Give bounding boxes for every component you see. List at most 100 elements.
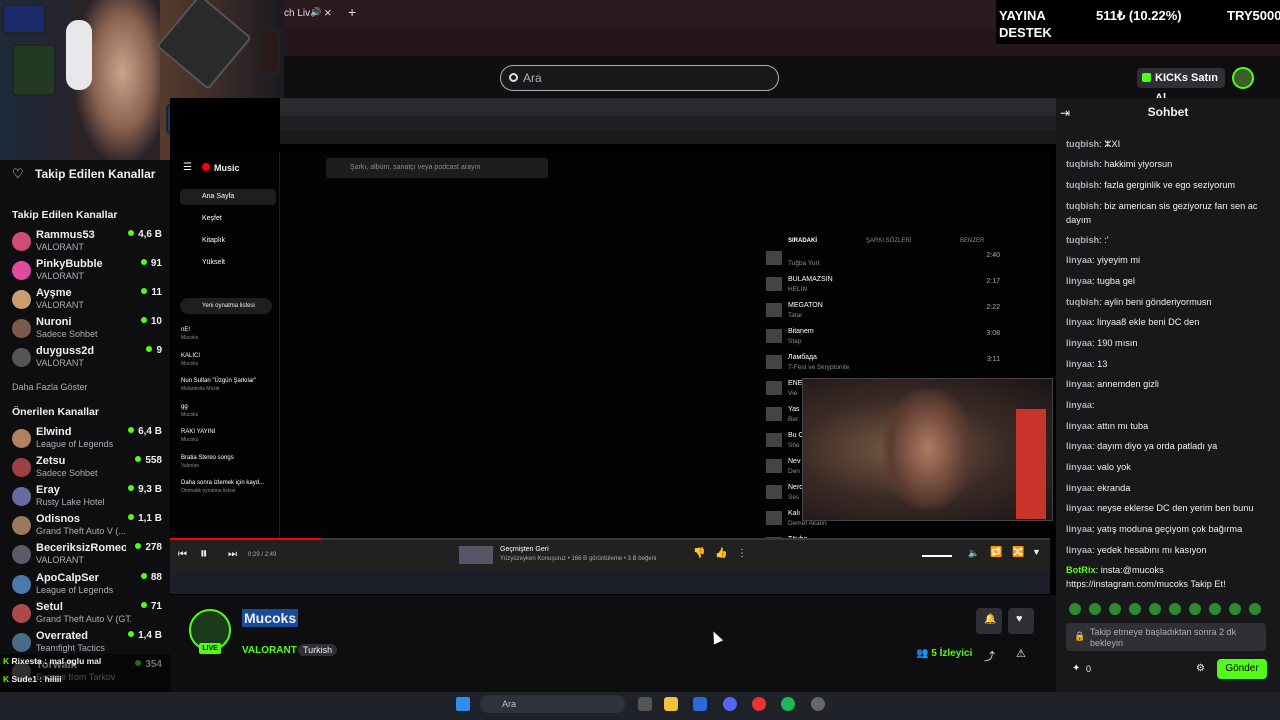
ytm-playlist-item[interactable]: Daha sonra izlemek için kayd... Otomatik … (181, 479, 271, 495)
emote-icon[interactable] (1109, 603, 1121, 615)
ytm-nav-upgrade[interactable]: Yükselt (180, 255, 276, 271)
chat-username[interactable]: linyaa (1066, 483, 1092, 493)
chat-username[interactable]: linyaa (1066, 359, 1092, 369)
shuffle-icon[interactable]: 🔀 (1012, 547, 1024, 558)
spotify-icon[interactable] (781, 697, 795, 711)
notification-button[interactable]: 🔔 (976, 608, 1002, 634)
chat-username[interactable]: linyaa (1066, 503, 1092, 513)
windows-start-icon[interactable] (456, 697, 470, 711)
close-tab-icon[interactable]: × (324, 5, 332, 20)
queue-tab-related[interactable]: BENZER (960, 238, 984, 244)
chat-username[interactable]: linyaa (1066, 462, 1092, 472)
queue-row[interactable]: BULAMAZSIN HELİN 2:17 (764, 274, 1004, 298)
show-more-link[interactable]: Daha Fazla Göster (12, 382, 88, 392)
buy-kicks-button[interactable]: KICKs Satın Al (1137, 68, 1225, 104)
ytmusic-search-input[interactable]: Şarkı, albüm, sanatçı veya podcast arayı… (326, 158, 548, 178)
chat-input[interactable]: 🔒 Takip etmeye başladıktan sonra 2 dk be… (1066, 623, 1266, 651)
chat-username[interactable]: BotRix (1066, 565, 1096, 575)
emote-icon[interactable] (1249, 603, 1261, 615)
new-playlist-button[interactable]: Yeni oynatma listesi (180, 298, 272, 314)
volume-icon[interactable]: 🔈 (968, 548, 979, 559)
menu-icon[interactable]: ☰ (183, 162, 192, 173)
emote-icon[interactable] (1169, 603, 1181, 615)
category-link[interactable]: VALORANT (242, 645, 297, 656)
task-view-icon[interactable] (638, 697, 652, 711)
channel-item[interactable]: PinkyBubble VALORANT 91 (12, 258, 162, 286)
ytm-playlist-item[interactable]: Nun Sultan "Üzgün Şarkılar" Melankolia Mü… (181, 377, 271, 393)
volume-slider[interactable] (922, 555, 952, 557)
channel-item[interactable]: BeceriksizRomeo VALORANT 278 (12, 542, 162, 570)
channel-item[interactable]: Nuroni Sadece Sohbet 10 (12, 316, 162, 344)
share-icon[interactable]: ⤴ (984, 648, 995, 664)
queue-row[interactable]: Tuğba Yurt 2:40 (764, 248, 1004, 272)
dislike-icon[interactable]: 👎 (693, 548, 705, 559)
like-icon[interactable]: 👍 (715, 548, 727, 559)
language-tag[interactable]: Turkish (298, 644, 338, 656)
points-icon[interactable]: ✦ (1072, 663, 1080, 674)
speaker-icon[interactable]: 🔊 (310, 7, 321, 18)
emote-icon[interactable] (1089, 603, 1101, 615)
chat-username[interactable]: linyaa (1066, 524, 1092, 534)
emote-icon[interactable] (1149, 603, 1161, 615)
queue-row[interactable]: Bitanem Stap 3:08 (764, 326, 1004, 350)
chat-username[interactable]: tuqbish (1066, 201, 1099, 211)
next-icon[interactable]: ⏭ (228, 549, 237, 560)
chevron-down-icon[interactable]: ▼ (1032, 547, 1041, 557)
gear-icon[interactable]: ⚙ (1196, 663, 1205, 674)
channel-item[interactable]: Elwind League of Legends 6,4 B (12, 426, 162, 454)
chat-username[interactable]: linyaa (1066, 255, 1092, 265)
report-icon[interactable]: ⚠ (1016, 647, 1026, 660)
now-playing-title[interactable]: Geçmişten Geri (500, 546, 549, 553)
channel-item[interactable]: Eray Rusty Lake Hotel 9,3 B (12, 484, 162, 512)
channel-item[interactable]: Setul Grand Theft Auto V (GTA) 71 (12, 601, 162, 629)
chat-username[interactable]: linyaa (1066, 400, 1092, 410)
queue-tab-lyrics[interactable]: ŞARKI SÖZLERİ (866, 238, 911, 244)
ytm-playlist-item[interactable]: KALICI Mucoks (181, 352, 271, 368)
new-tab-button[interactable]: + (348, 4, 356, 20)
ytm-nav-library[interactable]: Kitaplık (180, 233, 276, 249)
chat-username[interactable]: tuqbish (1066, 297, 1099, 307)
chat-username[interactable]: linyaa (1066, 338, 1092, 348)
channel-item[interactable]: Odisnos Grand Theft Auto V (... 1,1 B (12, 513, 162, 541)
channel-item[interactable]: duyguss2d VALORANT 9 (12, 345, 162, 373)
heart-icon[interactable]: ♡ (12, 166, 24, 182)
ytm-nav-home[interactable]: Ana Sayfa (180, 189, 276, 205)
queue-tab-up-next[interactable]: SIRADAKİ (788, 238, 817, 244)
queue-row[interactable]: Ламбада T-Fest ve Skryptonite 3:11 (764, 352, 1004, 376)
emote-icon[interactable] (1209, 603, 1221, 615)
ytm-nav-explore[interactable]: Keşfet (180, 211, 276, 227)
repeat-icon[interactable]: 🔁 (990, 547, 1002, 558)
chat-username[interactable]: tuqbish (1066, 139, 1099, 149)
ytm-playlist-item[interactable]: RAKI YAYINI Mucoks (181, 428, 271, 444)
chat-username[interactable]: linyaa (1066, 379, 1092, 389)
ytm-playlist-item[interactable]: nE! Mucoks (181, 326, 271, 342)
emote-icon[interactable] (1129, 603, 1141, 615)
emote-icon[interactable] (1229, 603, 1241, 615)
channel-item[interactable]: ApoCalpSer League of Legends 88 (12, 572, 162, 600)
follow-button[interactable]: ♥ (1008, 608, 1034, 634)
chat-username[interactable]: linyaa (1066, 276, 1092, 286)
browser-tab-title[interactable]: ch Liv (284, 8, 310, 19)
chat-username[interactable]: linyaa (1066, 317, 1092, 327)
chat-username[interactable]: tuqbish (1066, 180, 1099, 190)
chrome-icon[interactable] (752, 697, 766, 711)
store-icon[interactable] (693, 697, 707, 711)
streamer-name[interactable]: Mucoks (242, 609, 299, 627)
discord-icon[interactable] (723, 697, 737, 711)
user-avatar[interactable] (1232, 67, 1254, 89)
emote-icon[interactable] (1189, 603, 1201, 615)
chat-username[interactable]: linyaa (1066, 545, 1092, 555)
ytm-playlist-item[interactable]: Bratia Stereo songs Valerian (181, 454, 271, 470)
file-explorer-icon[interactable] (664, 697, 678, 711)
chat-username[interactable]: tuqbish (1066, 159, 1099, 169)
channel-item[interactable]: Zetsu Sadece Sohbet 558 (12, 455, 162, 483)
previous-icon[interactable]: ⏮ (178, 549, 187, 560)
channel-item[interactable]: Ayşme VALORANT 11 (12, 287, 162, 315)
chat-username[interactable]: linyaa (1066, 421, 1092, 431)
ytm-playlist-item[interactable]: gg Mucoks (181, 403, 271, 419)
emote-icon[interactable] (1069, 603, 1081, 615)
queue-row[interactable]: MEGATON Tatar 2:22 (764, 300, 1004, 324)
send-button[interactable]: Gönder (1217, 659, 1267, 679)
chat-username[interactable]: tuqbish (1066, 235, 1099, 245)
search-input[interactable]: Ara (500, 65, 779, 91)
